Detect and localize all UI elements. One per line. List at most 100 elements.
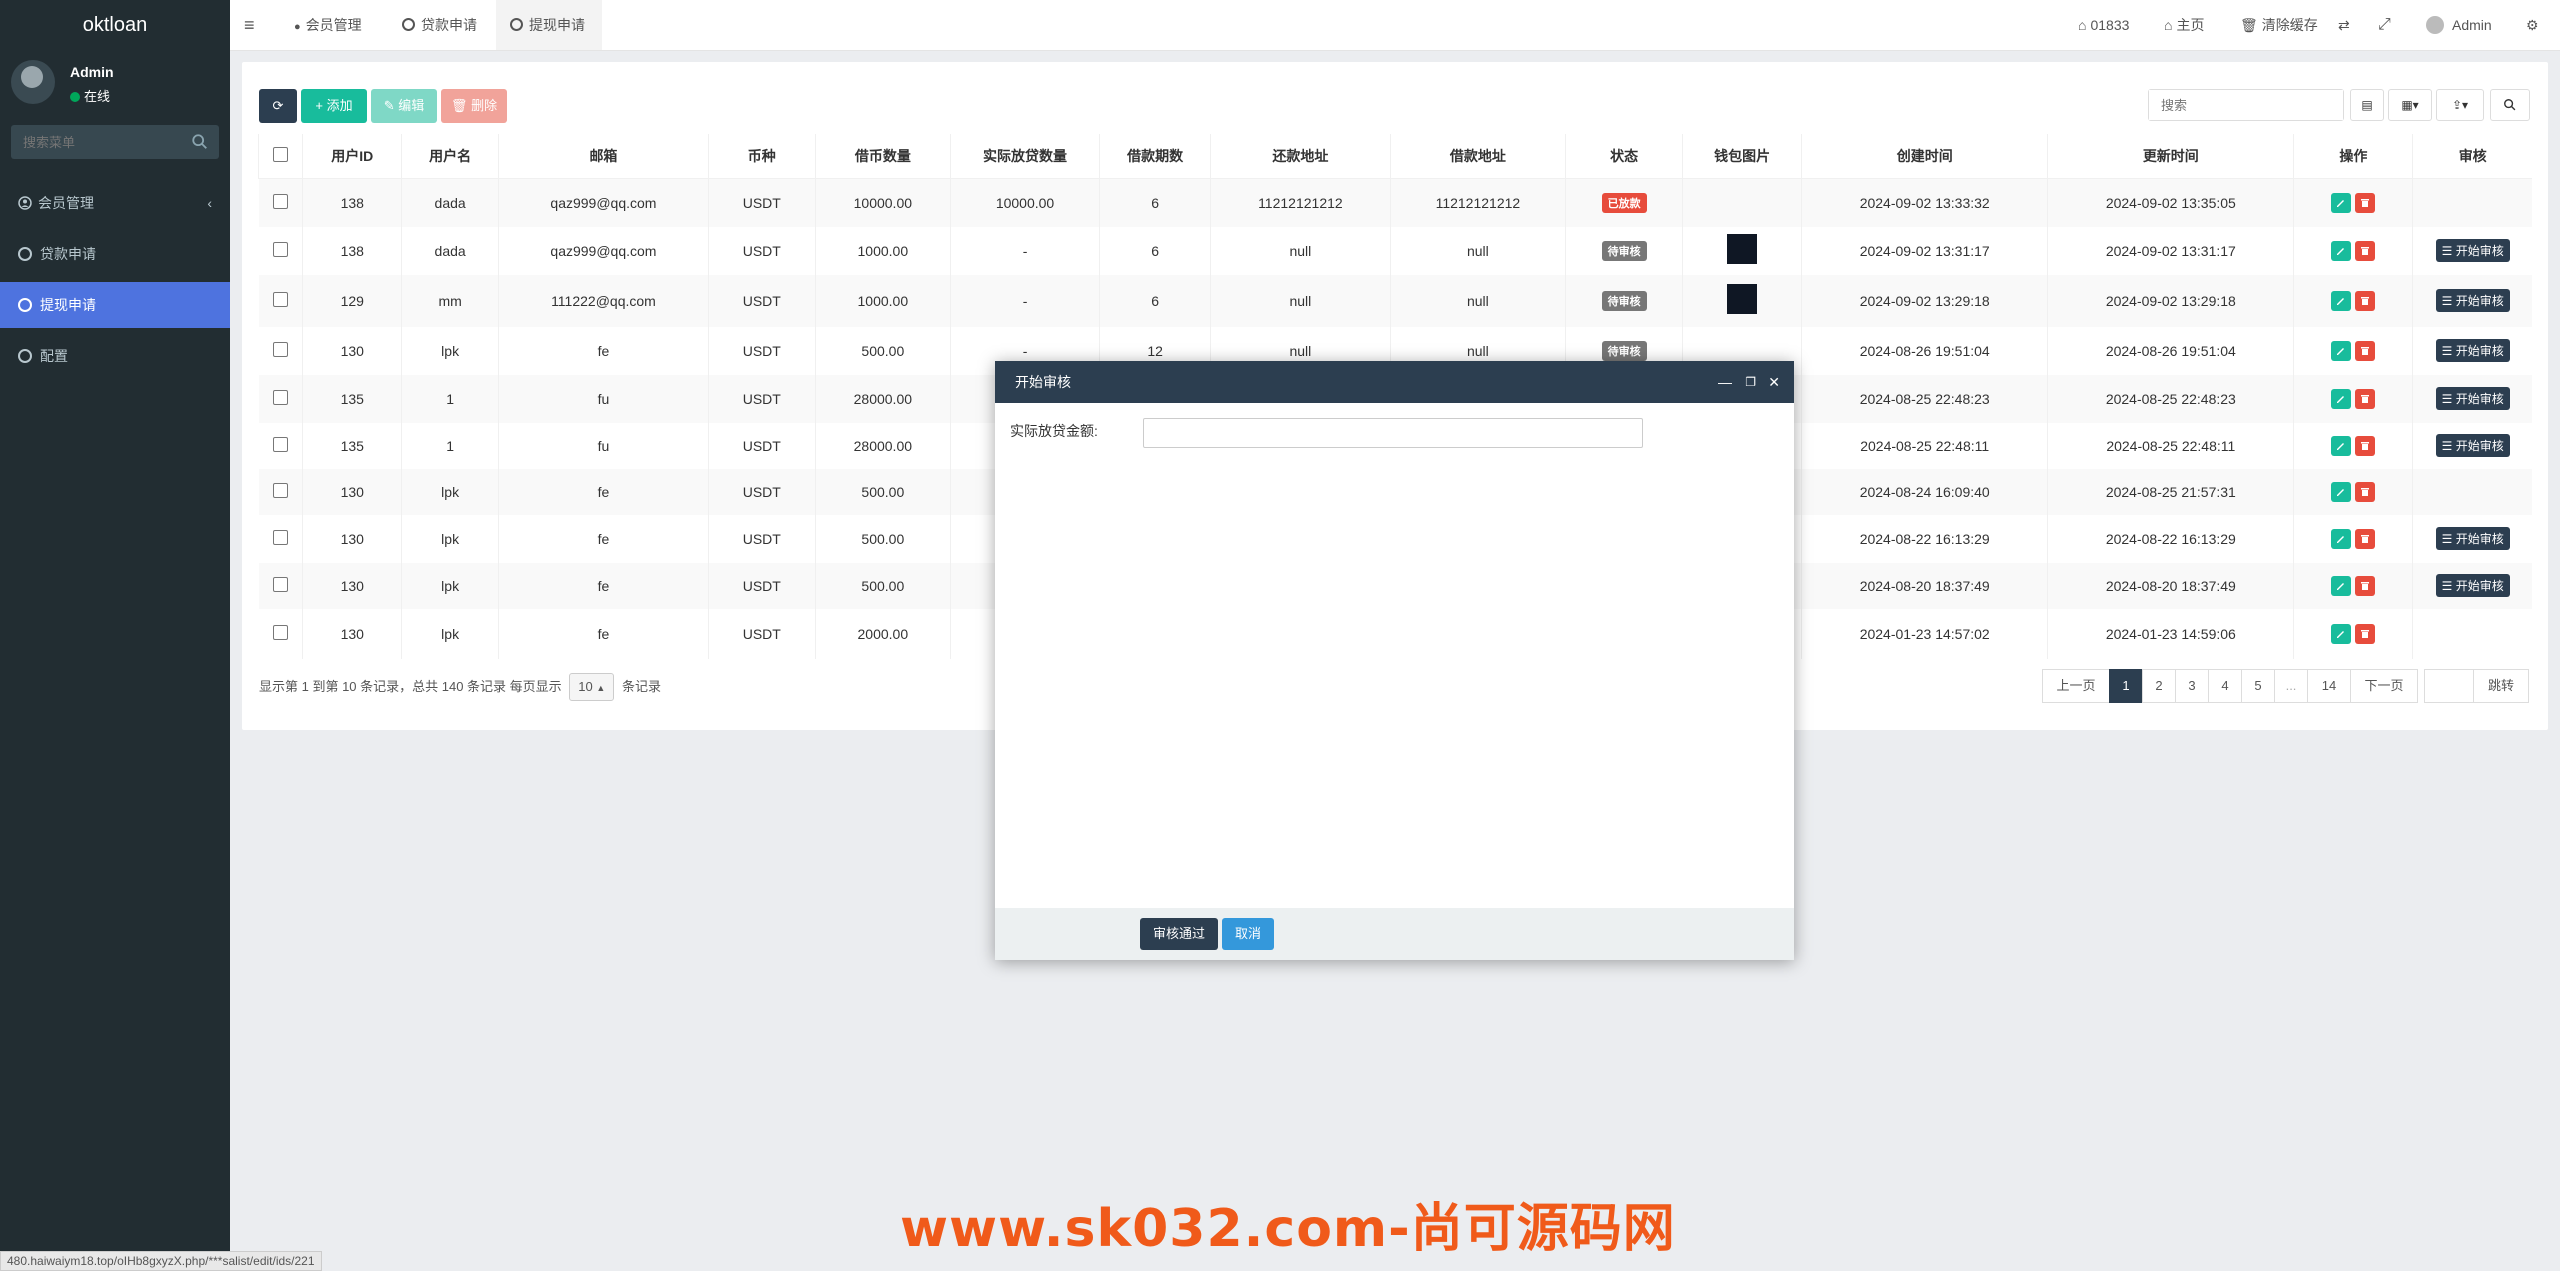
row-select[interactable] <box>258 374 304 423</box>
page-5[interactable]: 5 <box>2241 669 2275 703</box>
edit-icon[interactable] <box>2331 481 2352 502</box>
table-search[interactable] <box>2148 89 2344 121</box>
actual-amount-input[interactable] <box>1143 418 1643 448</box>
table-row[interactable]: 138 dada qaz999@qq.com USDT 10000.00 10000.00… <box>258 178 2532 227</box>
tab-withdrawals[interactable]: 提现申请 <box>496 0 602 50</box>
row-checkbox[interactable] <box>272 436 288 452</box>
edit-icon[interactable] <box>2331 388 2352 409</box>
select-all-checkbox[interactable] <box>273 147 289 162</box>
col-header[interactable]: 借款期数 <box>1099 134 1212 179</box>
row-checkbox[interactable] <box>272 291 288 307</box>
row-select[interactable] <box>258 274 304 327</box>
col-header[interactable]: 还款地址 <box>1210 134 1391 179</box>
page-3[interactable]: 3 <box>2175 669 2209 703</box>
row-select[interactable] <box>258 608 304 659</box>
delete-icon[interactable] <box>2355 481 2376 502</box>
col-header[interactable]: 状态 <box>1565 134 1684 179</box>
edit-icon[interactable] <box>2331 528 2352 549</box>
sidebar-item-loans[interactable]: 贷款申请 <box>0 231 230 277</box>
col-header[interactable]: 币种 <box>707 134 816 179</box>
app-logo[interactable]: oktloan <box>0 0 230 50</box>
fullscreen-icon[interactable]: ⤢ <box>2378 0 2391 50</box>
tab-members[interactable]: ● 会员管理 <box>280 0 376 50</box>
row-select[interactable] <box>258 226 304 275</box>
close-icon[interactable]: ✕ <box>1768 361 1780 403</box>
page-1[interactable]: 1 <box>2109 669 2143 703</box>
wallet-image[interactable] <box>1727 234 1758 264</box>
menu-search-input[interactable] <box>11 125 183 159</box>
col-header[interactable]: 创建时间 <box>1801 134 2049 179</box>
audit-button[interactable]: ☰ 开始审核 <box>2435 339 2510 362</box>
row-select[interactable] <box>258 562 304 609</box>
wallet-image[interactable] <box>1727 284 1758 314</box>
language-icon[interactable]: ⇄ <box>2338 0 2350 50</box>
columns-icon[interactable]: ▦▾ <box>2388 89 2432 121</box>
add-button[interactable]: + 添加 <box>301 89 367 123</box>
table-row[interactable]: 129 mm 111222@qq.com USDT 1000.00-6 null null 待… <box>258 274 2532 327</box>
edit-icon[interactable] <box>2331 192 2352 213</box>
row-select[interactable] <box>258 468 304 515</box>
clear-cache-button[interactable]: 🗑 清除缓存 <box>2240 0 2318 50</box>
select-all[interactable] <box>257 134 304 179</box>
sidebar-item-config[interactable]: 配置 <box>0 333 230 379</box>
col-header[interactable]: 邮箱 <box>498 134 709 179</box>
sidebar-item-withdrawals[interactable]: 提现申请 <box>0 282 230 328</box>
tab-loans[interactable]: 贷款申请 <box>388 0 491 50</box>
row-checkbox[interactable] <box>272 529 288 545</box>
col-header[interactable]: 钱包图片 <box>1682 134 1803 179</box>
row-select[interactable] <box>258 514 304 563</box>
edit-icon[interactable] <box>2331 575 2352 596</box>
page-2[interactable]: 2 <box>2142 669 2176 703</box>
delete-icon[interactable] <box>2355 623 2376 644</box>
edit-icon[interactable] <box>2331 240 2352 261</box>
col-header[interactable]: 更新时间 <box>2047 134 2295 179</box>
search-icon[interactable] <box>191 133 209 151</box>
row-checkbox[interactable] <box>272 241 288 257</box>
menu-search[interactable] <box>11 125 219 159</box>
jump-button[interactable]: 跳转 <box>2473 669 2529 703</box>
delete-icon[interactable] <box>2355 340 2376 361</box>
next-page[interactable]: 下一页 <box>2350 669 2418 703</box>
table-row[interactable]: 138 dada qaz999@qq.com USDT 1000.00-6 null nul… <box>258 226 2533 275</box>
edit-icon[interactable] <box>2331 623 2352 644</box>
approve-button[interactable]: 审核通过 <box>1140 918 1218 950</box>
delete-icon[interactable] <box>2355 240 2376 261</box>
table-search-input[interactable] <box>2149 90 2343 120</box>
menu-toggle-icon[interactable]: ≡ <box>244 0 255 50</box>
row-checkbox[interactable] <box>272 341 288 357</box>
sidebar-item-members[interactable]: 会员管理 ‹ <box>0 180 230 226</box>
code-link[interactable]: ⌂ 01833 <box>2078 0 2129 50</box>
col-header[interactable]: 借款地址 <box>1389 134 1567 179</box>
row-select[interactable] <box>258 178 304 227</box>
export-icon[interactable]: ⇪▾ <box>2436 89 2484 121</box>
admin-menu[interactable]: Admin <box>2426 0 2492 50</box>
col-header[interactable]: 用户名 <box>401 134 500 179</box>
search-button[interactable] <box>2490 89 2530 121</box>
prev-page[interactable]: 上一页 <box>2042 669 2110 703</box>
col-header[interactable]: 用户ID <box>302 134 403 179</box>
per-page-select[interactable]: 10 ▲ <box>569 673 615 701</box>
audit-button[interactable]: ☰ 开始审核 <box>2435 289 2510 312</box>
delete-button[interactable]: 🗑 删除 <box>441 89 507 123</box>
row-checkbox[interactable] <box>272 624 288 640</box>
col-header[interactable]: 借币数量 <box>814 134 951 179</box>
edit-icon[interactable] <box>2331 340 2352 361</box>
maximize-icon[interactable]: ❐ <box>1745 361 1756 403</box>
col-header[interactable]: 实际放贷数量 <box>949 134 1101 179</box>
edit-button[interactable]: ✎ 编辑 <box>371 89 437 123</box>
row-checkbox[interactable] <box>272 482 288 498</box>
toggle-view-icon[interactable]: ▤ <box>2350 89 2384 121</box>
delete-icon[interactable] <box>2355 435 2376 456</box>
page-14[interactable]: 14 <box>2307 669 2351 703</box>
delete-icon[interactable] <box>2355 192 2376 213</box>
refresh-button[interactable]: ⟳ <box>259 89 297 123</box>
delete-icon[interactable] <box>2355 575 2376 596</box>
row-checkbox[interactable] <box>272 389 288 405</box>
cancel-button[interactable]: 取消 <box>1222 918 1274 950</box>
row-select[interactable] <box>258 326 304 375</box>
edit-icon[interactable] <box>2331 290 2352 311</box>
delete-icon[interactable] <box>2355 290 2376 311</box>
audit-button[interactable]: ☰ 开始审核 <box>2435 387 2510 410</box>
delete-icon[interactable] <box>2355 388 2376 409</box>
edit-icon[interactable] <box>2331 435 2352 456</box>
